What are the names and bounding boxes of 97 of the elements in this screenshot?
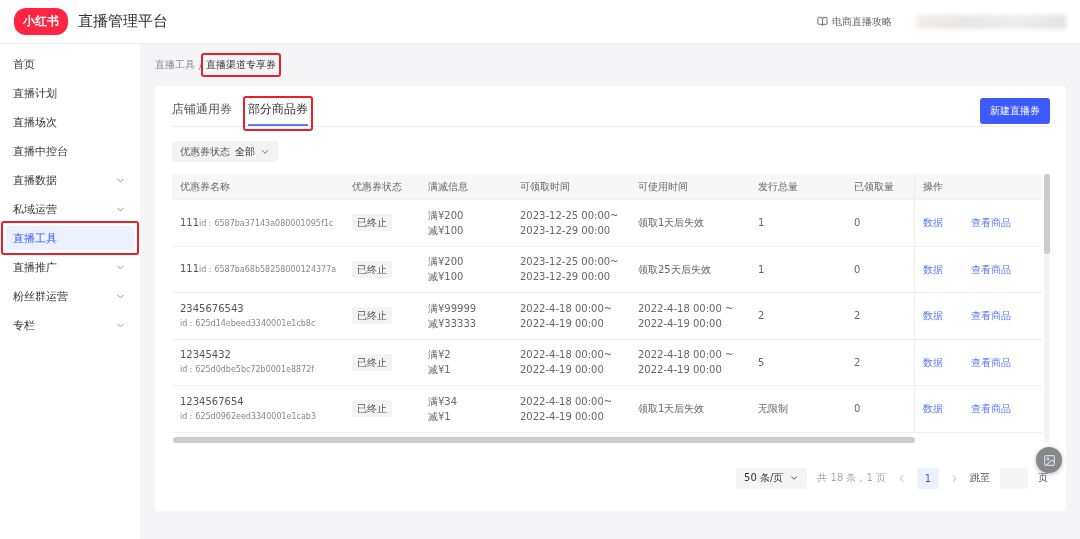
- sidebar-item[interactable]: 直播中控台: [6, 139, 134, 163]
- sidebar-item[interactable]: 直播数据: [6, 168, 134, 192]
- page-suffix: 页: [1038, 471, 1048, 485]
- guide-link[interactable]: 电商直播攻略: [817, 14, 892, 29]
- column-header: 发行总量: [757, 180, 799, 194]
- column-header: 满减信息: [427, 180, 469, 194]
- total-count: 5: [758, 355, 766, 370]
- claim-time: 2023-12-25 00:00~: [520, 255, 620, 270]
- discount-text: 减¥33333: [428, 316, 478, 331]
- claimed-count: 2: [854, 309, 862, 324]
- breadcrumb-item[interactable]: 直播工具: [155, 59, 195, 70]
- threshold-text: 满¥200: [428, 255, 465, 270]
- use-time: 2022-4-19 00:00: [638, 363, 723, 378]
- action-link[interactable]: 数据: [923, 308, 943, 324]
- status-tag: 已终止: [352, 353, 392, 371]
- coupon-name: 111id：6587ba68b58258000124377a: [180, 262, 338, 277]
- coupon-id: id：625d0962eed3340001e1cab3: [180, 410, 318, 423]
- sidebar-item[interactable]: 首页: [6, 52, 134, 76]
- status-tag: 已终止: [352, 400, 392, 418]
- app-title: 直播管理平台: [78, 12, 168, 31]
- new-coupon-button[interactable]: 新建直播券: [980, 98, 1050, 124]
- claim-time: 2023-12-25 00:00~: [520, 208, 620, 223]
- chevron-icon: [789, 473, 800, 483]
- page-size-select[interactable]: 50 条/页: [736, 467, 808, 489]
- coupon-name: 2345676543: [180, 301, 245, 316]
- column-header: 可使用时间: [637, 180, 689, 194]
- claimed-count: 0: [854, 216, 862, 231]
- claim-time: 2022-4-19 00:00: [520, 363, 605, 378]
- claim-time: 2022-4-18 00:00~: [520, 301, 614, 316]
- claim-time: 2023-12-29 00:00: [520, 270, 612, 285]
- logo: 小红书: [14, 8, 68, 35]
- status-tag: 已终止: [352, 214, 392, 232]
- discount-text: 减¥100: [428, 270, 465, 285]
- total-count: 1: [758, 216, 766, 231]
- sidebar-item[interactable]: 私域运营: [6, 197, 134, 221]
- status-tag: 已终止: [352, 307, 392, 325]
- claimed-count: 0: [854, 402, 862, 417]
- threshold-text: 满¥200: [428, 208, 465, 223]
- claim-time: 2023-12-29 00:00: [520, 223, 612, 238]
- claim-time: 2022-4-19 00:00: [520, 409, 605, 424]
- action-link[interactable]: 查看商品: [971, 308, 1011, 324]
- action-link[interactable]: 查看商品: [971, 261, 1011, 277]
- jump-label: 跳至: [970, 471, 990, 485]
- action-link[interactable]: 数据: [923, 354, 943, 370]
- column-header: 可领取时间: [519, 180, 571, 194]
- action-link[interactable]: 查看商品: [971, 354, 1011, 370]
- use-time: 2022-4-18 00:00 ~: [638, 301, 735, 316]
- discount-text: 减¥100: [428, 223, 465, 238]
- column-header: 操作: [914, 174, 1043, 199]
- action-link[interactable]: 数据: [923, 401, 943, 417]
- page-number[interactable]: 1: [917, 467, 939, 489]
- coupon-name: 111id：6587ba37143a080001095f1c: [180, 215, 335, 230]
- threshold-text: 满¥99999: [428, 301, 478, 316]
- claim-time: 2022-4-18 00:00~: [520, 394, 614, 409]
- book-icon: [817, 16, 828, 27]
- use-time: 领取1天后失效: [638, 216, 706, 231]
- coupon-name: 1234567654: [180, 394, 245, 409]
- tab[interactable]: 部分商品券: [248, 101, 308, 126]
- use-time: 2022-4-18 00:00 ~: [638, 348, 735, 363]
- discount-text: 减¥1: [428, 363, 452, 378]
- claim-time: 2022-4-18 00:00~: [520, 348, 614, 363]
- claimed-count: 0: [854, 262, 862, 277]
- action-link[interactable]: 查看商品: [971, 401, 1011, 417]
- total-summary: 共 18 条，1 页: [817, 471, 886, 485]
- discount-text: 减¥1: [428, 409, 452, 424]
- threshold-text: 满¥34: [428, 394, 459, 409]
- total-count: 1: [758, 262, 766, 277]
- column-header: 优惠券名称: [179, 180, 231, 194]
- total-count: 2: [758, 309, 766, 324]
- coupon-id: id：625d14ebeed3340001e1cb8c: [180, 317, 317, 330]
- column-header: 已领取量: [853, 180, 895, 194]
- sidebar-item[interactable]: 专栏: [6, 313, 134, 337]
- sidebar-item[interactable]: 直播工具: [6, 226, 134, 250]
- claimed-count: 2: [854, 355, 862, 370]
- breadcrumb-item[interactable]: 直播渠道专享券: [206, 59, 277, 70]
- use-time: 2022-4-19 00:00: [638, 316, 723, 331]
- image-icon: [1042, 453, 1056, 467]
- coupon-id: id：625d0dbe5bc72b0001e8872f: [180, 364, 316, 377]
- action-link[interactable]: 数据: [923, 261, 943, 277]
- sidebar-item[interactable]: 直播推广: [6, 255, 134, 279]
- claim-time: 2022-4-19 00:00: [520, 316, 605, 331]
- sidebar-item[interactable]: 直播计划: [6, 81, 134, 105]
- use-time: 领取25天后失效: [638, 262, 712, 277]
- horizontal-scrollbar[interactable]: [173, 436, 915, 443]
- action-link[interactable]: 数据: [923, 215, 943, 231]
- status-filter[interactable]: 优惠券状态 全部: [172, 141, 278, 162]
- vertical-scrollbar[interactable]: [1044, 174, 1050, 443]
- coupon-name: 12345432: [180, 348, 232, 363]
- action-link[interactable]: 查看商品: [971, 215, 1011, 231]
- total-count: 无限制: [758, 402, 789, 417]
- status-tag: 已终止: [352, 260, 392, 278]
- sidebar-item[interactable]: 粉丝群运营: [6, 284, 134, 308]
- tab[interactable]: 店铺通用券: [172, 101, 232, 126]
- use-time: 领取1天后失效: [638, 402, 706, 417]
- column-header: 优惠券状态: [351, 180, 403, 194]
- sidebar-item[interactable]: 直播场次: [6, 110, 134, 134]
- threshold-text: 满¥2: [428, 348, 452, 363]
